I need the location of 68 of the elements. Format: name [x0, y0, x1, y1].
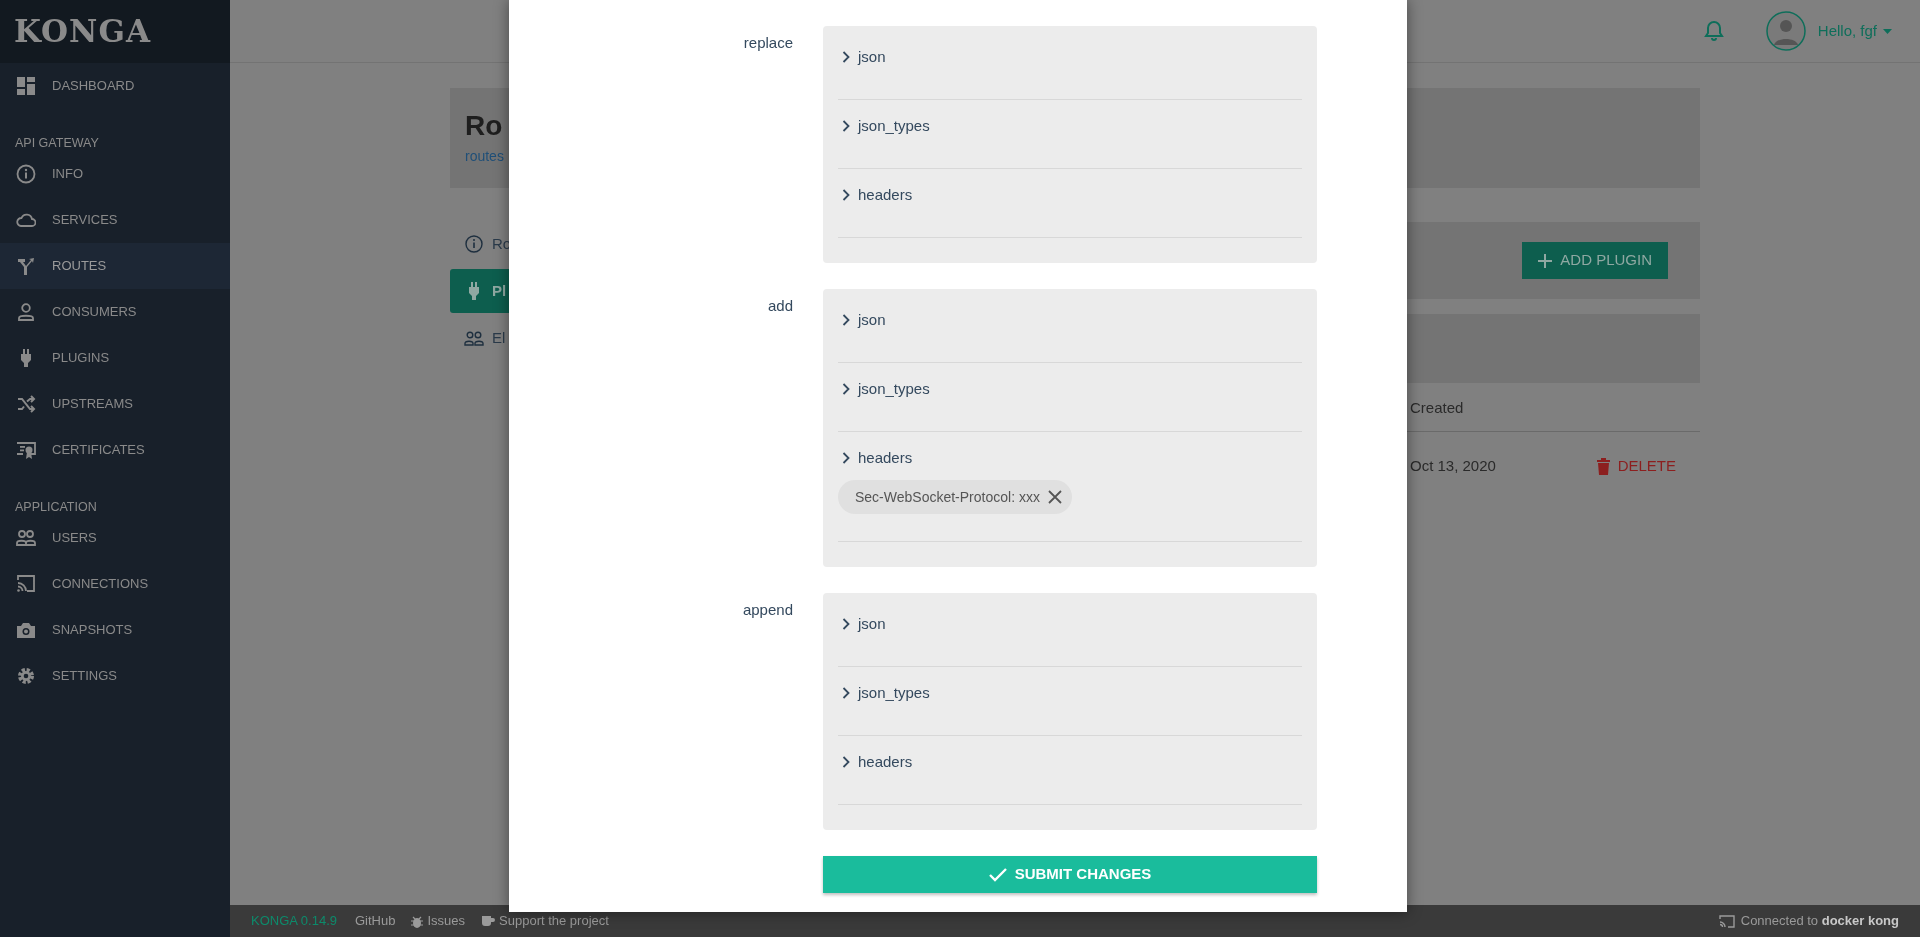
table-cell-text: Oct 13, 2020 [1410, 455, 1496, 476]
nav-item[interactable]: PLUGINS [0, 335, 230, 381]
add-plugin-button[interactable]: ADD PLUGIN [1522, 242, 1668, 279]
fork-icon [16, 256, 36, 276]
info-icon [464, 234, 484, 254]
cast-icon [1718, 914, 1735, 928]
expand-toggle[interactable]: json [838, 47, 1302, 67]
nav-item[interactable]: SETTINGS [0, 653, 230, 699]
expand-toggle[interactable]: headers [838, 448, 1302, 468]
shuffle-icon [16, 394, 36, 414]
check-icon [988, 867, 1007, 882]
page-title: Ro [465, 109, 503, 143]
expand-toggle[interactable]: json_types [838, 116, 1302, 136]
info-icon [16, 164, 36, 184]
nav-item[interactable]: UPSTREAMS [0, 381, 230, 427]
header-chip: Sec-WebSocket-Protocol: xxx [838, 480, 1072, 514]
chevron-icon [842, 189, 850, 201]
nav-item[interactable]: CONNECTIONS [0, 561, 230, 607]
bell-icon[interactable] [1703, 20, 1724, 42]
expand-toggle[interactable]: json [838, 310, 1302, 330]
close-icon[interactable] [1047, 490, 1062, 504]
trash-icon [1596, 457, 1610, 475]
caret-icon [1883, 28, 1892, 34]
field-label: replace [743, 34, 793, 52]
field-label: add [767, 297, 793, 315]
nav-heading: APPLICATION [15, 500, 97, 514]
footer-link[interactable]: Issues [411, 911, 466, 931]
avatar-icon[interactable] [1765, 11, 1806, 51]
settings-icon [16, 666, 36, 686]
cup-icon [481, 915, 496, 927]
chevron-icon [842, 383, 850, 395]
nav-heading: API GATEWAY [15, 136, 99, 150]
column-header: Created [1410, 397, 1464, 418]
nav-item[interactable]: ROUTES [0, 243, 230, 289]
expand-toggle[interactable]: json_types [838, 683, 1302, 703]
nav-item[interactable]: CONSUMERS [0, 289, 230, 335]
camera-icon [16, 620, 36, 640]
nav-item[interactable]: SNAPSHOTS [0, 607, 230, 653]
expand-toggle[interactable]: headers [838, 185, 1302, 205]
field-label: append [742, 601, 793, 619]
version-label: KONGA 0.14.9 [251, 912, 337, 931]
cast-icon [16, 574, 36, 594]
nav-item[interactable]: USERS [0, 515, 230, 561]
user-icon [16, 302, 36, 322]
chevron-icon [842, 452, 850, 464]
chevron-icon [842, 51, 850, 63]
expand-toggle[interactable]: json_types [838, 379, 1302, 399]
dashboard-icon [16, 76, 36, 96]
footer-link[interactable]: GitHub [355, 911, 396, 931]
chevron-icon [842, 756, 850, 768]
nav-item[interactable]: INFO [0, 151, 230, 197]
chevron-icon [842, 618, 850, 630]
logo: KONGA [14, 12, 151, 52]
users-icon [16, 528, 36, 548]
nav-item[interactable]: SERVICES [0, 197, 230, 243]
tab[interactable]: El [450, 316, 680, 360]
expand-toggle[interactable]: headers [838, 752, 1302, 772]
certificate-icon [16, 440, 36, 460]
chevron-icon [842, 314, 850, 326]
bug-icon [411, 914, 424, 928]
nav-item[interactable]: DASHBOARD [0, 63, 230, 109]
connection-status: Connected to docker kong [1740, 912, 1899, 931]
chevron-icon [842, 120, 850, 132]
chevron-icon [842, 687, 850, 699]
expand-toggle[interactable]: json [838, 614, 1302, 634]
footer-link[interactable]: Support the project [481, 911, 609, 931]
plus-icon [1538, 253, 1553, 268]
nav-item[interactable]: CERTIFICATES [0, 427, 230, 473]
